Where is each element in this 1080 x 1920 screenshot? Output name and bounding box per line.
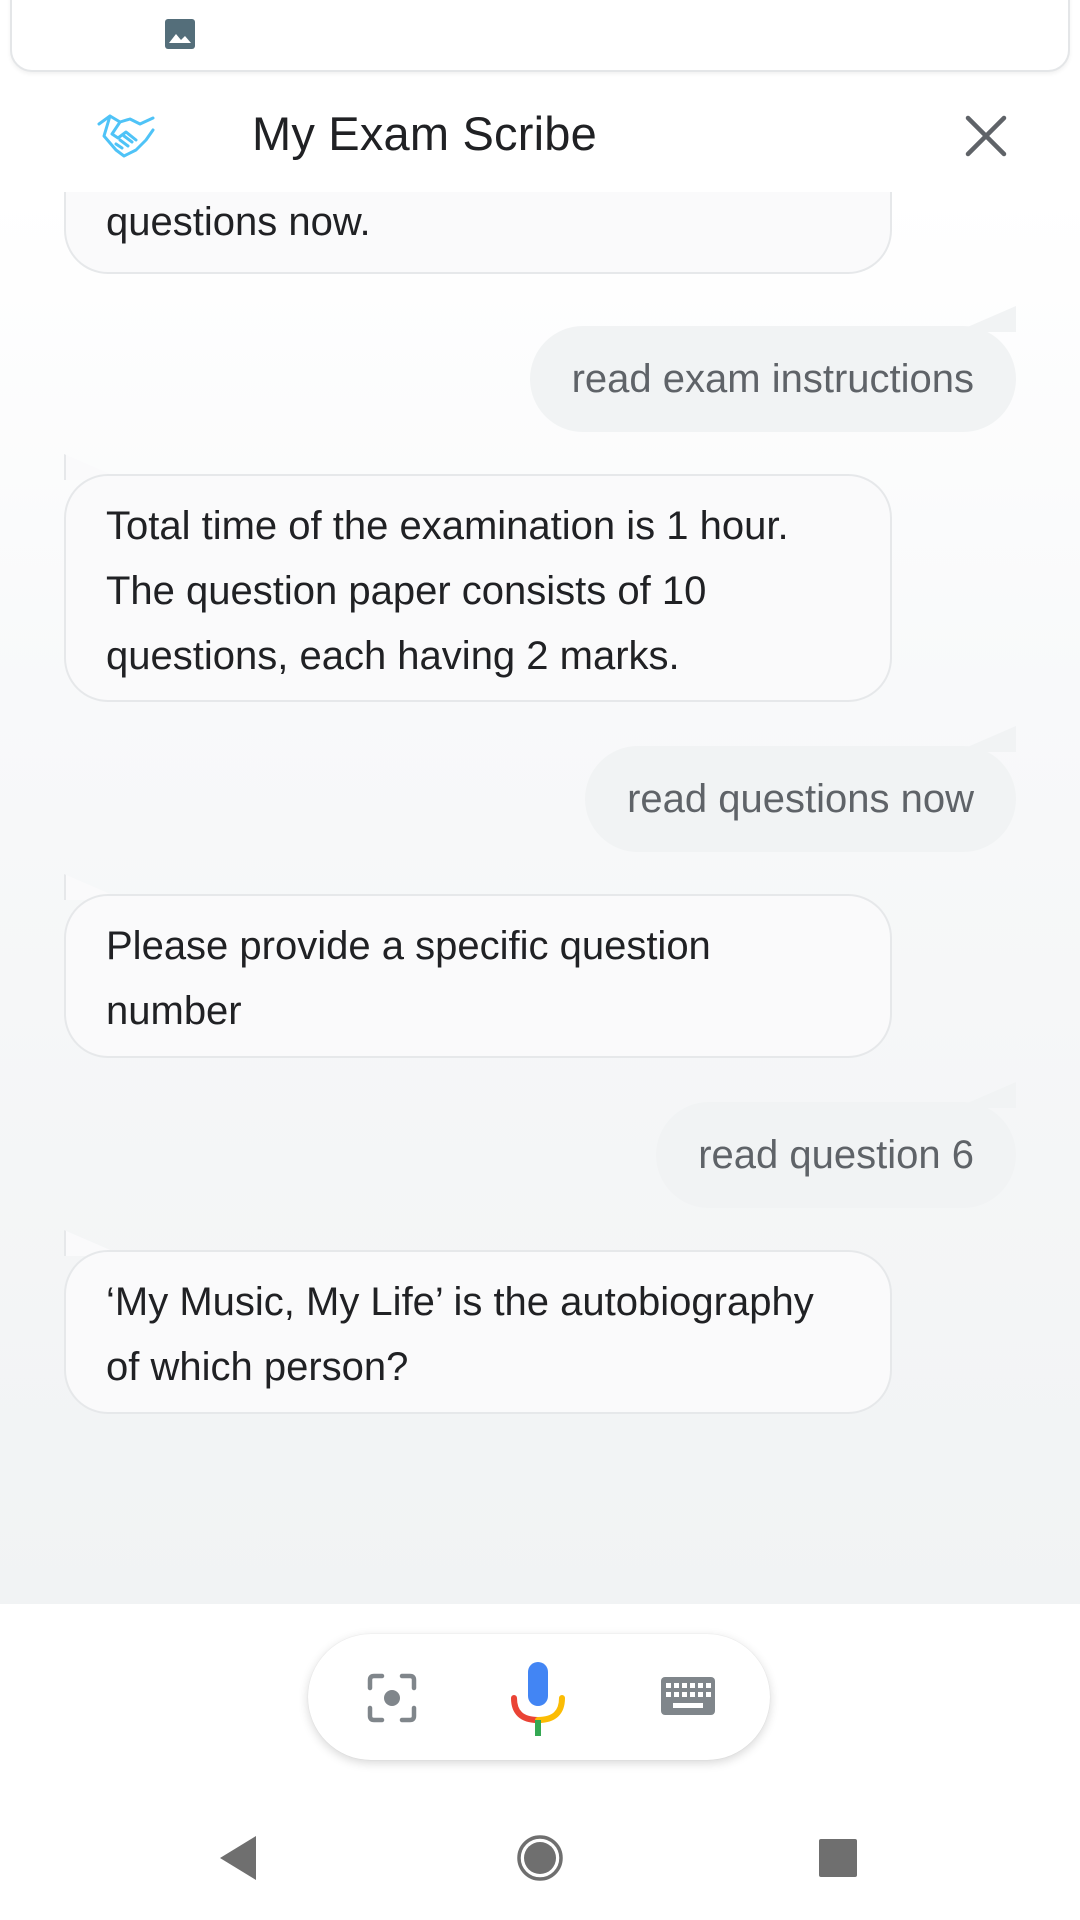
input-area: [0, 1604, 1080, 1780]
conversation[interactable]: questions now. read exam instructions To…: [0, 192, 1080, 1604]
input-bar: [308, 1634, 770, 1760]
previous-card: [10, 0, 1070, 72]
microphone-icon[interactable]: [508, 1660, 568, 1738]
user-message: read questions now: [585, 746, 1016, 852]
user-message: read question 6: [656, 1102, 1016, 1208]
lens-icon[interactable]: [366, 1672, 418, 1724]
assistant-message: Total time of the examination is 1 hour.…: [64, 474, 892, 702]
home-icon[interactable]: [516, 1834, 564, 1882]
header: My Exam Scribe: [0, 80, 1080, 192]
recents-icon[interactable]: [818, 1838, 858, 1878]
navigation-bar: [0, 1780, 1080, 1920]
screen: My Exam Scribe questions now. read exam …: [0, 0, 1080, 1920]
image-icon: [165, 19, 195, 49]
close-icon[interactable]: [962, 112, 1010, 160]
keyboard-icon[interactable]: [660, 1676, 716, 1716]
assistant-message: Please provide a specific question numbe…: [64, 894, 892, 1058]
assistant-message: ‘My Music, My Life’ is the autobiography…: [64, 1250, 892, 1414]
page-title: My Exam Scribe: [252, 107, 597, 160]
handshake-icon: [97, 114, 155, 158]
user-message: read exam instructions: [529, 326, 1016, 432]
back-icon[interactable]: [218, 1834, 258, 1882]
assistant-message: questions now.: [64, 192, 892, 274]
